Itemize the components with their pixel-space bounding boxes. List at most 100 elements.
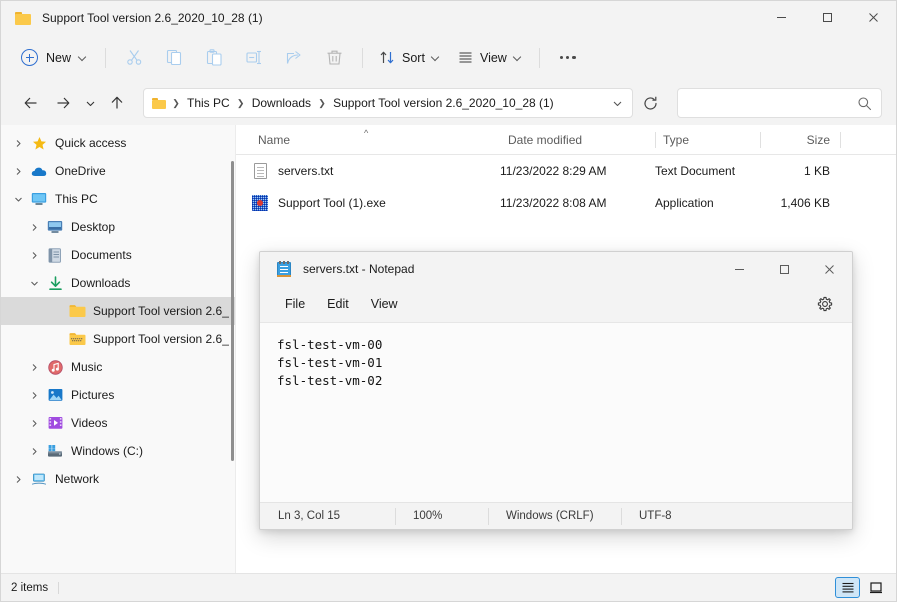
chevron-right-icon[interactable]	[7, 139, 29, 148]
large-icons-view-button[interactable]	[863, 577, 888, 598]
sidebar-item-desktop[interactable]: Desktop	[1, 213, 235, 241]
column-header-name[interactable]: Name	[250, 125, 500, 155]
chevron-right-icon[interactable]	[23, 223, 45, 232]
toolbar-divider-2	[362, 47, 364, 68]
chevron-down-icon[interactable]	[23, 279, 45, 288]
file-list: servers.txt 11/23/2022 8:29 AM Text Docume…	[236, 155, 896, 219]
search-box[interactable]	[677, 88, 882, 118]
folder-icon	[15, 11, 32, 25]
sidebar-item-label: Network	[55, 472, 100, 486]
new-button[interactable]: New	[15, 42, 97, 74]
table-row[interactable]: Support Tool (1).exe 11/23/2022 8:08 AM Ap…	[236, 187, 896, 219]
maximize-button[interactable]	[804, 1, 850, 34]
paste-button[interactable]	[194, 42, 234, 74]
notepad-minimize-button[interactable]	[717, 252, 762, 286]
sidebar-scrollbar[interactable]	[231, 161, 234, 461]
sidebar-item-quick-access[interactable]: Quick access	[1, 129, 235, 157]
minimize-button[interactable]	[758, 1, 804, 34]
sidebar-item-pictures[interactable]: Pictures	[1, 381, 235, 409]
column-headers: Name ^ Date modified Type Size	[236, 125, 896, 155]
forward-button[interactable]	[47, 87, 79, 119]
plus-icon	[21, 49, 38, 66]
notepad-close-button[interactable]	[807, 252, 852, 286]
breadcrumb-item-0[interactable]: This PC	[182, 93, 235, 113]
notepad-status-bar: Ln 3, Col 15 100% Windows (CRLF) UTF-8	[260, 502, 852, 529]
see-more-icon	[560, 55, 576, 60]
sidebar-item-onedrive[interactable]: OneDrive	[1, 157, 235, 185]
sidebar-item-videos[interactable]: Videos	[1, 409, 235, 437]
cut-button[interactable]	[114, 42, 154, 74]
chevron-right-icon[interactable]	[23, 447, 45, 456]
sidebar-item-downloads[interactable]: Downloads	[1, 269, 235, 297]
sidebar-item-this-pc[interactable]: This PC	[1, 185, 235, 213]
chevron-down-icon	[79, 54, 87, 62]
menu-edit[interactable]: Edit	[316, 292, 360, 316]
sort-button[interactable]: Sort	[371, 42, 449, 74]
menu-file[interactable]: File	[274, 292, 316, 316]
gear-icon[interactable]	[810, 290, 840, 318]
breadcrumb-item-2[interactable]: Support Tool version 2.6_2020_10_28 (1)	[328, 93, 559, 113]
search-icon	[858, 96, 872, 110]
chevron-right-icon[interactable]	[23, 251, 45, 260]
back-button[interactable]	[15, 87, 47, 119]
see-more-button[interactable]	[548, 42, 588, 74]
copy-button[interactable]	[154, 42, 194, 74]
notepad-title: servers.txt - Notepad	[303, 262, 415, 276]
search-input[interactable]	[687, 96, 857, 110]
notepad-title-bar: servers.txt - Notepad	[260, 252, 852, 286]
delete-button[interactable]	[314, 42, 354, 74]
menu-view[interactable]: View	[360, 292, 409, 316]
chevron-right-icon[interactable]	[23, 419, 45, 428]
details-view-button[interactable]	[835, 577, 860, 598]
window-title: Support Tool version 2.6_2020_10_28 (1)	[42, 10, 263, 25]
file-size: 1,406 KB	[780, 196, 830, 210]
zoom-level[interactable]: 100%	[395, 503, 488, 530]
breadcrumb-item-1[interactable]: Downloads	[247, 93, 316, 113]
rename-button[interactable]	[234, 42, 274, 74]
item-count: 2 items	[11, 581, 60, 594]
notepad-window: servers.txt - Notepad File Edit View fsl…	[259, 251, 853, 530]
star-icon	[29, 136, 49, 151]
column-header-date-modified[interactable]: Date modified	[500, 125, 655, 155]
chevron-right-icon[interactable]	[7, 167, 29, 176]
sidebar-item-documents[interactable]: Documents	[1, 241, 235, 269]
sidebar-item-label: Desktop	[71, 220, 116, 234]
folder-icon	[67, 304, 87, 318]
chevron-down-icon[interactable]	[7, 195, 29, 204]
sidebar-item-label: Support Tool version 2.6_202	[93, 304, 229, 318]
notepad-text-area[interactable]: fsl-test-vm-00 fsl-test-vm-01 fsl-test-v…	[260, 322, 852, 502]
table-row[interactable]: servers.txt 11/23/2022 8:29 AM Text Docume…	[236, 155, 896, 187]
cloud-icon	[29, 165, 49, 178]
chevron-down-icon	[514, 54, 522, 62]
sidebar-item-music[interactable]: Music	[1, 353, 235, 381]
address-dropdown-button[interactable]	[606, 98, 628, 109]
recent-locations-button[interactable]	[79, 87, 101, 119]
close-button[interactable]	[850, 1, 896, 34]
pictures-icon	[45, 388, 65, 402]
notepad-maximize-button[interactable]	[762, 252, 807, 286]
sidebar-item-windows-c[interactable]: Windows (C:)	[1, 437, 235, 465]
breadcrumb[interactable]: ❯ This PC ❯ Downloads ❯ Support Tool ver…	[143, 88, 633, 118]
sidebar-item-support-tool-version-2-6-202[interactable]: Support Tool version 2.6_202	[1, 325, 235, 353]
videos-icon	[45, 416, 65, 430]
application-icon	[250, 195, 270, 211]
encoding[interactable]: UTF-8	[621, 503, 672, 530]
up-button[interactable]	[101, 87, 133, 119]
view-button-label: View	[479, 50, 507, 65]
file-size: 1 KB	[803, 164, 830, 178]
view-button[interactable]: View	[449, 42, 531, 74]
address-bar: ❯ This PC ❯ Downloads ❯ Support Tool ver…	[1, 81, 896, 125]
line-endings[interactable]: Windows (CRLF)	[488, 503, 621, 530]
sort-button-label: Sort	[402, 50, 425, 65]
refresh-button[interactable]	[635, 88, 665, 118]
column-header-type[interactable]: Type	[655, 125, 760, 155]
text-file-icon	[250, 163, 270, 179]
sidebar-item-network[interactable]: Network	[1, 465, 235, 493]
column-header-size[interactable]: Size	[760, 125, 840, 155]
chevron-right-icon[interactable]	[7, 475, 29, 484]
sidebar-item-support-tool-version-2-6-202[interactable]: Support Tool version 2.6_202	[1, 297, 235, 325]
chevron-right-icon[interactable]	[23, 363, 45, 372]
desktop-icon	[45, 220, 65, 234]
share-button[interactable]	[274, 42, 314, 74]
chevron-right-icon[interactable]	[23, 391, 45, 400]
